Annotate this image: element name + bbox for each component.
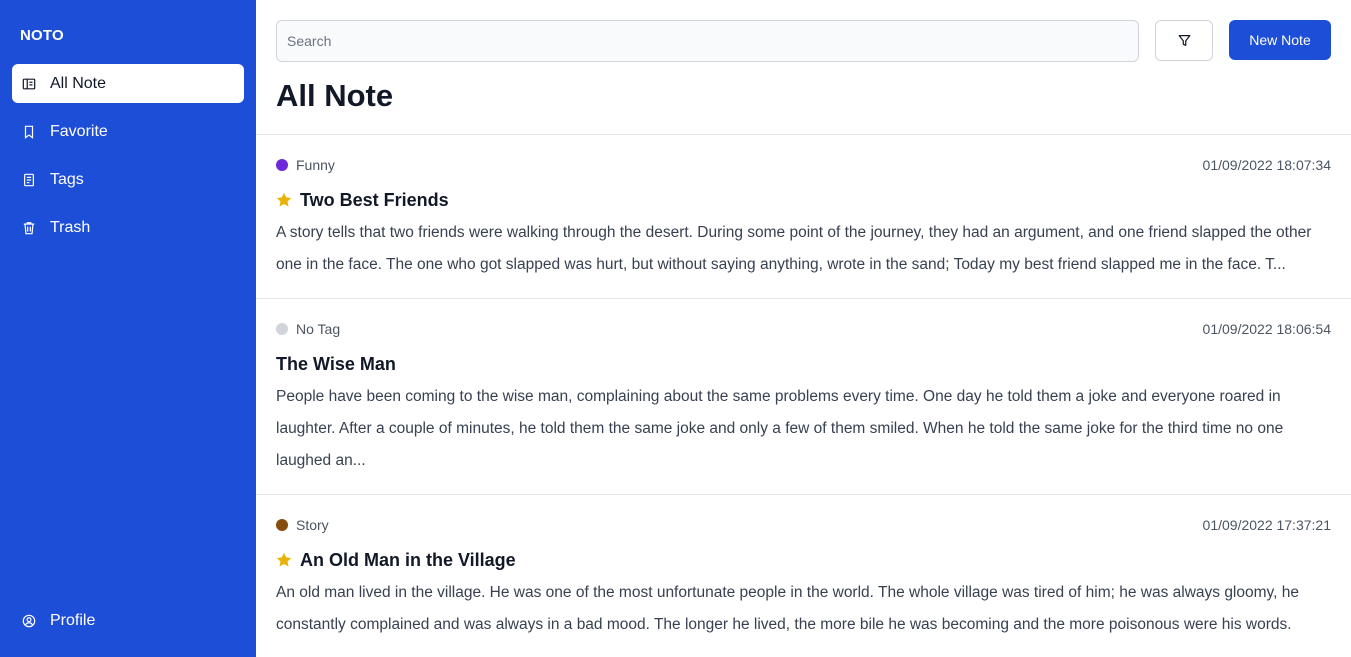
sidebar-nav: All Note Favorite Tags Trash xyxy=(12,64,244,256)
note-title: Two Best Friends xyxy=(300,189,449,210)
note-preview: An old man lived in the village. He was … xyxy=(276,584,1299,633)
sidebar-item-label: Trash xyxy=(50,218,91,236)
tag-color-dot xyxy=(276,519,288,531)
note-title: An Old Man in the Village xyxy=(300,549,516,570)
filter-icon xyxy=(1178,34,1191,47)
note-preview: A story tells that two friends were walk… xyxy=(276,224,1312,273)
app-logo: NOTO xyxy=(20,27,64,44)
star-icon[interactable] xyxy=(276,192,292,208)
trash-icon xyxy=(22,221,36,235)
note-tag: Funny xyxy=(276,157,335,173)
notes-list: Funny 01/09/2022 18:07:34 Two Best Frien… xyxy=(256,134,1351,657)
tag-color-dot xyxy=(276,159,288,171)
note-date: 01/09/2022 17:37:21 xyxy=(1202,517,1331,533)
note-item[interactable]: Story 01/09/2022 17:37:21 An Old Man in … xyxy=(256,495,1351,657)
sidebar-item-trash[interactable]: Trash xyxy=(12,208,244,247)
new-note-button[interactable]: New Note xyxy=(1229,20,1331,60)
star-icon[interactable] xyxy=(276,552,292,568)
note-tag: Story xyxy=(276,517,329,533)
sidebar-item-label: All Note xyxy=(50,74,107,92)
page-title: All Note xyxy=(276,78,394,113)
note-preview: People have been coming to the wise man,… xyxy=(276,388,1284,469)
note-date: 01/09/2022 18:06:54 xyxy=(1202,321,1331,337)
sidebar-item-profile[interactable]: Profile xyxy=(12,602,244,640)
sidebar-item-favorite[interactable]: Favorite xyxy=(12,112,244,151)
tag-label: Story xyxy=(296,517,329,533)
note-item[interactable]: Funny 01/09/2022 18:07:34 Two Best Frien… xyxy=(256,135,1351,299)
tag-label: No Tag xyxy=(296,321,341,337)
search-input[interactable] xyxy=(276,20,1139,62)
tag-label: Funny xyxy=(296,157,335,173)
note-tag: No Tag xyxy=(276,321,340,337)
profile-label: Profile xyxy=(50,612,96,629)
main-content: New Note All Note Funny 01/09/2022 18:07… xyxy=(256,0,1351,657)
sidebar: NOTO All Note Favorite Tags Trash Profil… xyxy=(0,0,256,657)
tags-icon xyxy=(22,173,36,187)
note-title: The Wise Man xyxy=(276,353,396,374)
sidebar-item-label: Tags xyxy=(50,170,84,188)
note-date: 01/09/2022 18:07:34 xyxy=(1202,157,1331,173)
filter-button[interactable] xyxy=(1155,20,1213,61)
sidebar-item-all-note[interactable]: All Note xyxy=(12,64,244,103)
notebook-icon xyxy=(22,77,36,91)
note-item[interactable]: No Tag 01/09/2022 18:06:54 The Wise Man … xyxy=(256,299,1351,495)
sidebar-item-tags[interactable]: Tags xyxy=(12,160,244,199)
sidebar-item-label: Favorite xyxy=(50,122,108,140)
bookmark-icon xyxy=(22,125,36,139)
tag-color-dot xyxy=(276,323,288,335)
user-circle-icon xyxy=(22,614,36,628)
